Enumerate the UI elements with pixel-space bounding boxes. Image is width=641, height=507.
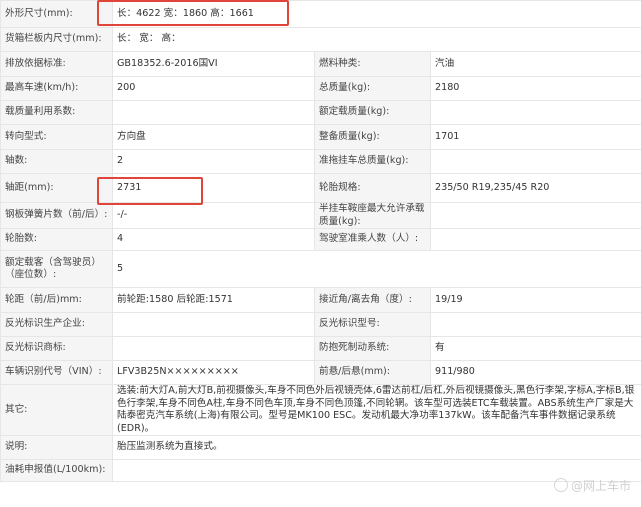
spec-row: 外形尺寸(mm): 长：4622 宽：1860 高：1661 bbox=[0, 0, 641, 28]
spec-label: 整备质量(kg): bbox=[314, 124, 431, 150]
spec-row: 反光标识商标: 防抱死制动系统: 有 bbox=[0, 336, 641, 361]
spec-value: 汽油 bbox=[430, 51, 641, 77]
spec-label: 轴数: bbox=[0, 149, 113, 174]
spec-label: 接近角/离去角（度）: bbox=[314, 287, 431, 313]
spec-table: 外形尺寸(mm): 长：4622 宽：1860 高：1661 货箱栏板内尺寸(mm)… bbox=[0, 0, 641, 482]
spec-row: 说明: 胎压监测系统为直接式。 bbox=[0, 435, 641, 460]
spec-label: 额定载客（含驾驶员）（座位数）: bbox=[0, 250, 113, 288]
spec-value: 5 bbox=[112, 250, 641, 288]
spec-value bbox=[430, 312, 641, 337]
watermark: @网上车市 bbox=[553, 477, 631, 494]
watermark-logo-icon bbox=[553, 478, 568, 492]
spec-value bbox=[430, 202, 641, 229]
spec-row: 最高车速(km/h): 200 总质量(kg): 2180 bbox=[0, 76, 641, 101]
spec-row: 转向型式: 方向盘 整备质量(kg): 1701 bbox=[0, 124, 641, 150]
spec-label: 前悬/后悬(mm): bbox=[314, 360, 431, 385]
spec-row: 钢板弹簧片数（前/后）: -/- 半挂车鞍座最大允许承载质量(kg): bbox=[0, 202, 641, 229]
watermark-text: @网上车市 bbox=[570, 479, 631, 493]
spec-label: 总质量(kg): bbox=[314, 76, 431, 101]
spec-value: GB18352.6-2016国VI bbox=[112, 51, 315, 77]
spec-row: 轮胎数: 4 驾驶室准乘人数（人）: bbox=[0, 228, 641, 251]
spec-value: LFV3B25N××××××××× bbox=[112, 360, 315, 385]
spec-label: 准拖挂车总质量(kg): bbox=[314, 149, 431, 174]
spec-row: 轴数: 2 准拖挂车总质量(kg): bbox=[0, 149, 641, 174]
spec-label: 半挂车鞍座最大允许承载质量(kg): bbox=[314, 202, 431, 229]
spec-row: 其它: 选装:前大灯A,前大灯B,前视摄像头,车身不同色外后视镜壳体,6雷达前杠/… bbox=[0, 384, 641, 436]
spec-label: 载质量利用系数: bbox=[0, 100, 113, 125]
spec-row: 排放依据标准: GB18352.6-2016国VI 燃料种类: 汽油 bbox=[0, 51, 641, 77]
spec-row: 轮距（前/后)mm: 前轮距:1580 后轮距:1571 接近角/离去角（度）: 19… bbox=[0, 287, 641, 313]
spec-value: 200 bbox=[112, 76, 315, 101]
spec-value: 2 bbox=[112, 149, 315, 174]
spec-label: 驾驶室准乘人数（人）: bbox=[314, 228, 431, 251]
spec-label: 转向型式: bbox=[0, 124, 113, 150]
spec-label: 货箱栏板内尺寸(mm): bbox=[0, 27, 113, 52]
spec-label: 轮距（前/后)mm: bbox=[0, 287, 113, 313]
spec-value: 4 bbox=[112, 228, 315, 251]
spec-label: 排放依据标准: bbox=[0, 51, 113, 77]
spec-value: 方向盘 bbox=[112, 124, 315, 150]
spec-value: 235/50 R19,235/45 R20 bbox=[430, 173, 641, 203]
spec-label: 防抱死制动系统: bbox=[314, 336, 431, 361]
spec-label: 钢板弹簧片数（前/后）: bbox=[0, 202, 113, 229]
spec-label: 反光标识商标: bbox=[0, 336, 113, 361]
spec-row: 轴距(mm): 2731 轮胎规格: 235/50 R19,235/45 R20 bbox=[0, 173, 641, 203]
spec-label: 其它: bbox=[0, 384, 113, 436]
spec-value: 前轮距:1580 后轮距:1571 bbox=[112, 287, 315, 313]
spec-value: 19/19 bbox=[430, 287, 641, 313]
spec-label: 外形尺寸(mm): bbox=[0, 0, 113, 28]
spec-value bbox=[430, 149, 641, 174]
spec-value bbox=[112, 100, 315, 125]
spec-row: 额定载客（含驾驶员）（座位数）: 5 bbox=[0, 250, 641, 288]
spec-row: 货箱栏板内尺寸(mm): 长： 宽： 高： bbox=[0, 27, 641, 52]
spec-label: 最高车速(km/h): bbox=[0, 76, 113, 101]
spec-value: 911/980 bbox=[430, 360, 641, 385]
spec-row: 反光标识生产企业: 反光标识型号: bbox=[0, 312, 641, 337]
spec-value: 长：4622 宽：1860 高：1661 bbox=[112, 0, 641, 28]
spec-row: 油耗申报值(L/100km): bbox=[0, 459, 641, 482]
spec-value bbox=[430, 228, 641, 251]
spec-value: 选装:前大灯A,前大灯B,前视摄像头,车身不同色外后视镜壳体,6雷达前杠/后杠,… bbox=[112, 384, 641, 436]
spec-value bbox=[430, 100, 641, 125]
spec-value bbox=[112, 312, 315, 337]
spec-label: 燃料种类: bbox=[314, 51, 431, 77]
spec-value: 2180 bbox=[430, 76, 641, 101]
spec-row: 载质量利用系数: 额定载质量(kg): bbox=[0, 100, 641, 125]
spec-value bbox=[112, 336, 315, 361]
spec-value: -/- bbox=[112, 202, 315, 229]
spec-label: 说明: bbox=[0, 435, 113, 460]
spec-label: 轴距(mm): bbox=[0, 173, 113, 203]
spec-label: 轮胎规格: bbox=[314, 173, 431, 203]
spec-value: 有 bbox=[430, 336, 641, 361]
spec-row: 车辆识别代号（VIN）: LFV3B25N××××××××× 前悬/后悬(mm): 9… bbox=[0, 360, 641, 385]
spec-value: 长： 宽： 高： bbox=[112, 27, 641, 52]
spec-value: 胎压监测系统为直接式。 bbox=[112, 435, 641, 460]
spec-value: 2731 bbox=[112, 173, 315, 203]
spec-value: 1701 bbox=[430, 124, 641, 150]
spec-label: 反光标识型号: bbox=[314, 312, 431, 337]
spec-table-body: 外形尺寸(mm): 长：4622 宽：1860 高：1661 货箱栏板内尺寸(mm)… bbox=[0, 0, 641, 482]
spec-label: 车辆识别代号（VIN）: bbox=[0, 360, 113, 385]
spec-label: 轮胎数: bbox=[0, 228, 113, 251]
spec-label: 反光标识生产企业: bbox=[0, 312, 113, 337]
spec-label: 油耗申报值(L/100km): bbox=[0, 459, 113, 482]
spec-label: 额定载质量(kg): bbox=[314, 100, 431, 125]
